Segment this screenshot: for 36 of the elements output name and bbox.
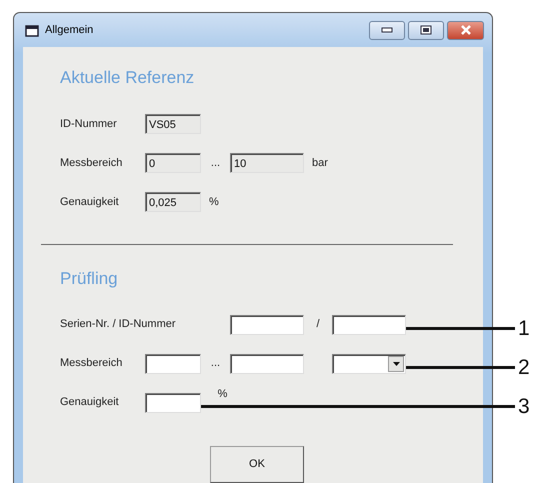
field-label: Genauigkeit	[60, 194, 120, 210]
field-label: Serien-Nr. / ID-Nummer	[60, 317, 177, 332]
dropdown-field[interactable]	[332, 354, 406, 374]
input-field[interactable]	[332, 314, 406, 334]
input-field: 10	[230, 153, 304, 173]
input-field[interactable]	[230, 354, 304, 374]
window-icon	[25, 24, 39, 36]
minimize-icon	[381, 27, 393, 33]
field-label: ID-Nummer	[60, 116, 118, 132]
unit-text: %	[218, 388, 228, 400]
callout-number: 3	[518, 396, 530, 417]
close-button[interactable]	[447, 20, 484, 40]
section-heading: Prüfling	[60, 268, 119, 290]
input-field[interactable]	[145, 392, 201, 412]
close-icon	[460, 25, 472, 35]
input-field: 0,025	[145, 192, 201, 212]
maximize-button[interactable]	[408, 20, 444, 40]
unit-text: bar	[312, 156, 328, 169]
input-field: 0	[145, 153, 201, 173]
unit-text: %	[209, 196, 219, 208]
field-label: Messbereich	[60, 356, 124, 372]
maximize-icon	[420, 25, 432, 35]
input-field: VS05	[145, 114, 201, 134]
input-field[interactable]	[145, 354, 201, 374]
field-label: Genauigkeit	[60, 395, 120, 410]
ok-button[interactable]: OK	[210, 446, 304, 483]
minimize-button[interactable]	[369, 20, 405, 40]
unit-text: ...	[210, 156, 220, 169]
callout-number: 2	[518, 357, 530, 378]
callout-number: 1	[518, 318, 530, 339]
unit-text: ...	[210, 357, 220, 370]
field-label: Messbereich	[60, 156, 124, 171]
window-title: Allgemein	[45, 22, 94, 38]
input-field[interactable]	[230, 314, 304, 334]
unit-text: /	[316, 318, 320, 330]
section-heading: Aktuelle Referenz	[60, 67, 196, 89]
